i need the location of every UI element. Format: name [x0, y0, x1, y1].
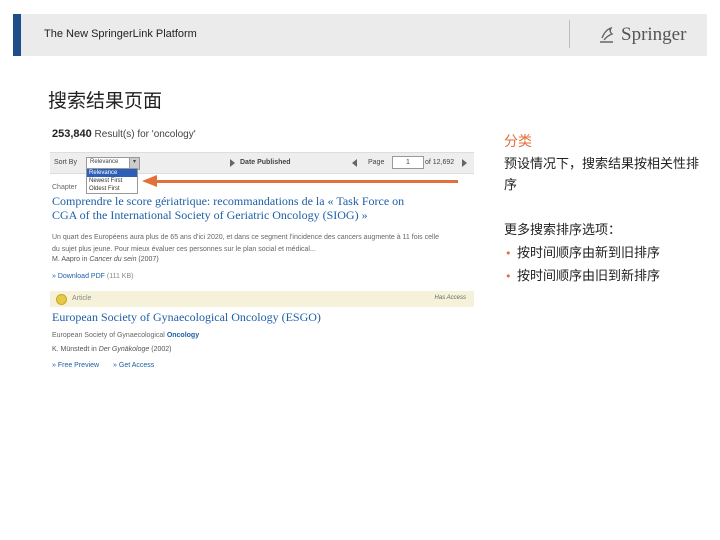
download-size: (111 KB): [106, 273, 134, 280]
search-results-screenshot: 253,840 Result(s) for 'oncology' Sort By…: [48, 122, 476, 377]
sort-dropdown-list: Relevance Newest First Oldest First: [86, 168, 138, 194]
header-title: The New SpringerLink Platform: [44, 28, 197, 40]
callout-arrow-head: [142, 175, 157, 187]
result-author-name: M. Aapro in: [52, 256, 88, 263]
result-title[interactable]: Comprendre le score gériatrique: recomma…: [52, 194, 422, 222]
date-published-sort[interactable]: Date Published: [240, 159, 291, 166]
header-divider: [569, 20, 570, 48]
next-page-icon[interactable]: [462, 159, 467, 167]
result-description: European Society of Gynaecological Oncol…: [52, 332, 199, 339]
springer-logo: Springer: [597, 22, 686, 48]
sort-by-label: Sort By: [54, 159, 77, 166]
list-item: • 按时间顺序由旧到新排序: [504, 265, 660, 288]
result-year: (2002): [151, 346, 172, 353]
annotation-heading: 分类: [504, 134, 532, 150]
result-count-number: 253,840: [52, 128, 92, 140]
access-status: Has Access: [434, 295, 466, 301]
result-snippet: Un quart des Européens aura plus de 65 a…: [52, 234, 440, 253]
search-term-highlight: Oncology: [166, 332, 200, 339]
get-access-link[interactable]: » Get Access: [113, 362, 154, 369]
previous-page-icon[interactable]: [352, 159, 357, 167]
bullet-icon: •: [505, 247, 512, 260]
header-accent-bar: [13, 14, 21, 56]
header-bar: The New SpringerLink Platform Springer: [13, 14, 707, 56]
list-item-text: 按时间顺序由旧到新排序: [517, 269, 661, 284]
bullet-icon: •: [505, 270, 512, 283]
result-author-name: K. Münstedt in: [52, 346, 97, 353]
sort-option-oldest[interactable]: Oldest First: [87, 185, 137, 193]
result-count-text: Result(s) for 'oncology': [94, 129, 196, 140]
page-label: Page: [368, 159, 385, 166]
free-preview-link[interactable]: » Free Preview: [52, 362, 99, 369]
springer-horse-icon: [600, 26, 614, 43]
sort-options-list: • 按时间顺序由新到旧排序 • 按时间顺序由旧到新排序: [504, 242, 660, 288]
result-title[interactable]: European Society of Gynaecological Oncol…: [52, 310, 321, 325]
page-heading: 搜索结果页面: [48, 90, 163, 112]
springer-logo-text: Springer: [621, 24, 687, 45]
access-icon: [56, 294, 67, 305]
download-pdf-link[interactable]: » Download PDF (111 KB): [52, 273, 133, 280]
callout-arrow-line: [156, 180, 458, 183]
article-type-band: Article Has Access: [50, 291, 474, 307]
result-description-text: European Society of Gynaecological: [52, 332, 165, 339]
result-links: » Free Preview » Get Access: [52, 362, 166, 369]
result-year: (2007): [138, 256, 159, 263]
content-type-label: Chapter: [52, 184, 77, 191]
result-count: 253,840 Result(s) for 'oncology': [52, 128, 196, 140]
more-options-label: 更多搜索排序选项：: [504, 223, 622, 238]
sort-option-newest[interactable]: Newest First: [87, 177, 137, 185]
list-item: • 按时间顺序由新到旧排序: [504, 242, 660, 265]
page-of-label: of 12,692: [425, 159, 455, 166]
article-label: Article: [72, 295, 92, 302]
play-icon[interactable]: [230, 159, 235, 167]
list-item-text: 按时间顺序由新到旧排序: [517, 246, 661, 261]
download-pdf-label[interactable]: » Download PDF: [52, 273, 105, 280]
page-number-input[interactable]: 1: [392, 156, 424, 169]
sort-select-value: Relevance: [90, 159, 119, 165]
result-author: M. Aapro in Cancer du sein (2007): [52, 256, 159, 263]
result-journal[interactable]: Der Gynäkologe: [99, 346, 150, 353]
annotation-description: 预设情况下，搜索结果按相关性排序: [504, 157, 700, 193]
sort-option-relevance[interactable]: Relevance: [87, 169, 137, 177]
result-journal[interactable]: Cancer du sein: [89, 256, 136, 263]
result-author: K. Münstedt in Der Gynäkologe (2002): [52, 346, 171, 353]
